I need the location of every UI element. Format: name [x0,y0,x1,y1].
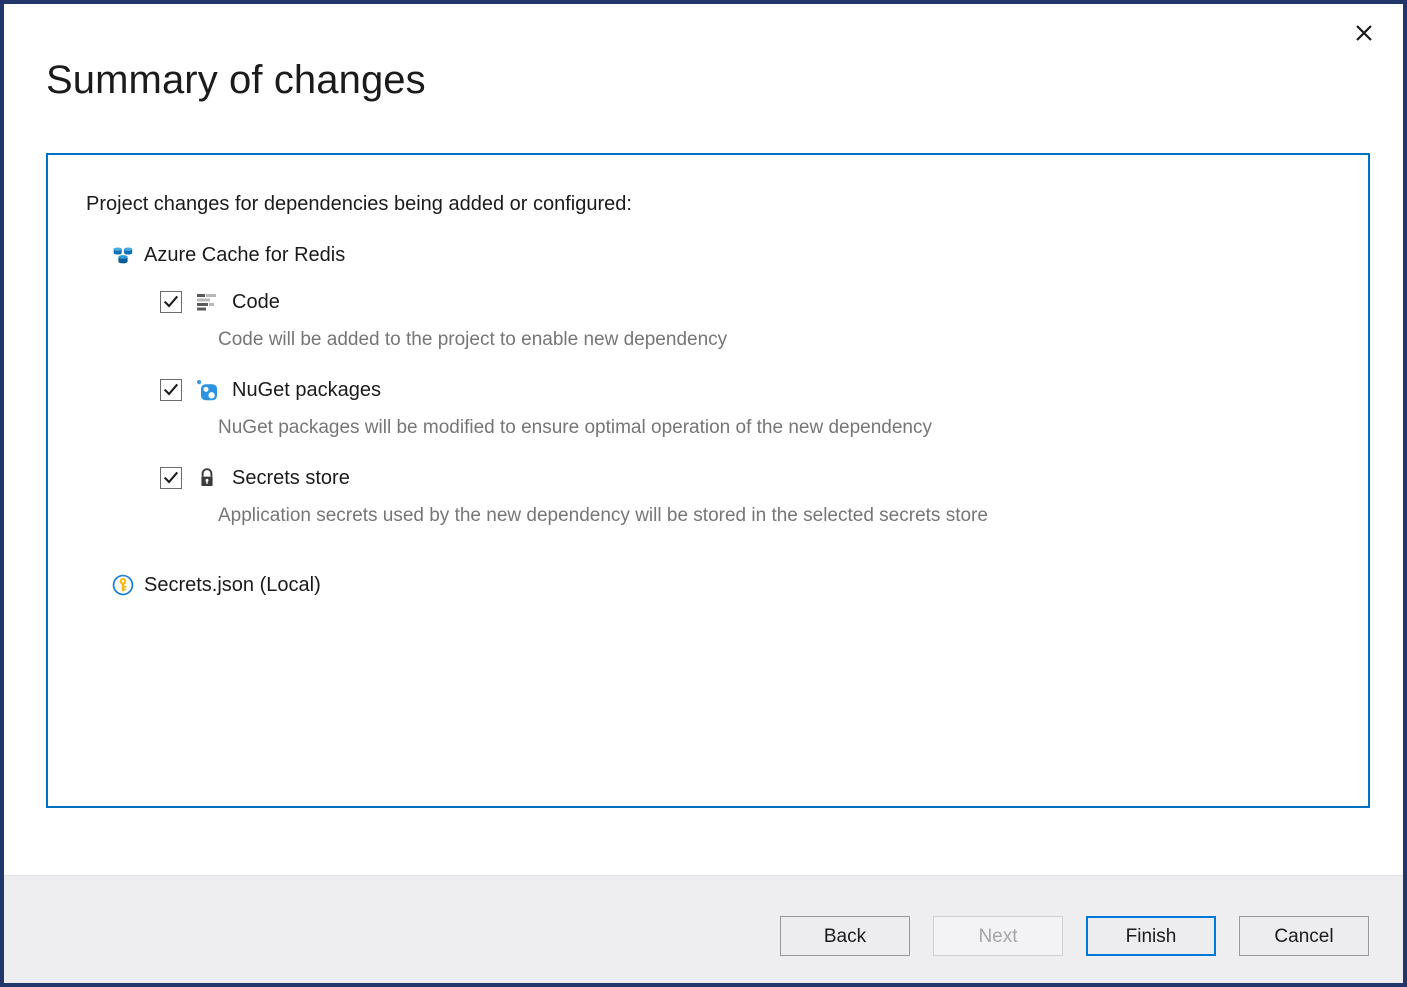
nuget-icon [196,379,218,401]
intro-text: Project changes for dependencies being a… [86,193,632,216]
changes-panel: Project changes for dependencies being a… [46,153,1370,808]
dependency-header: Azure Cache for Redis [112,241,1312,269]
change-label: NuGet packages [232,379,381,402]
secrets-store-label: Secrets.json (Local) [144,574,321,597]
close-icon[interactable] [1347,18,1381,48]
azure-cache-redis-icon [112,244,134,266]
button-bar: Back Next Finish Cancel [780,916,1369,956]
dependency-group: Azure Cache for Redis [112,241,1312,527]
change-label: Code [232,291,280,314]
change-row: NuGet packages [160,377,1312,403]
change-list: Code Code will be added to the project t… [112,289,1312,527]
dependency-name: Azure Cache for Redis [144,244,345,267]
checkbox-code[interactable] [160,291,182,313]
cancel-button[interactable]: Cancel [1239,916,1369,956]
change-label: Secrets store [232,467,350,490]
code-icon [196,291,218,313]
back-button[interactable]: Back [780,916,910,956]
change-item-code: Code Code will be added to the project t… [160,289,1312,351]
checkbox-secrets-store[interactable] [160,467,182,489]
change-row: Secrets store [160,465,1312,491]
dialog-footer: Back Next Finish Cancel [4,875,1403,983]
summary-of-changes-dialog: Summary of changes Project changes for d… [0,0,1407,987]
dialog-titlebar [4,4,1403,56]
checkbox-nuget-packages[interactable] [160,379,182,401]
change-description: Code will be added to the project to ena… [218,329,1312,351]
change-item-nuget: NuGet packages NuGet packages will be mo… [160,377,1312,439]
change-description: Application secrets used by the new depe… [218,505,1312,527]
lock-icon [196,467,218,489]
next-button: Next [933,916,1063,956]
page-title: Summary of changes [4,56,1403,108]
change-description: NuGet packages will be modified to ensur… [218,417,1312,439]
finish-button[interactable]: Finish [1086,916,1216,956]
dialog-body: Project changes for dependencies being a… [4,108,1403,875]
change-item-secrets-store: Secrets store Application secrets used b… [160,465,1312,527]
change-row: Code [160,289,1312,315]
secrets-store-item[interactable]: Secrets.json (Local) [112,571,321,599]
key-icon [112,574,134,596]
